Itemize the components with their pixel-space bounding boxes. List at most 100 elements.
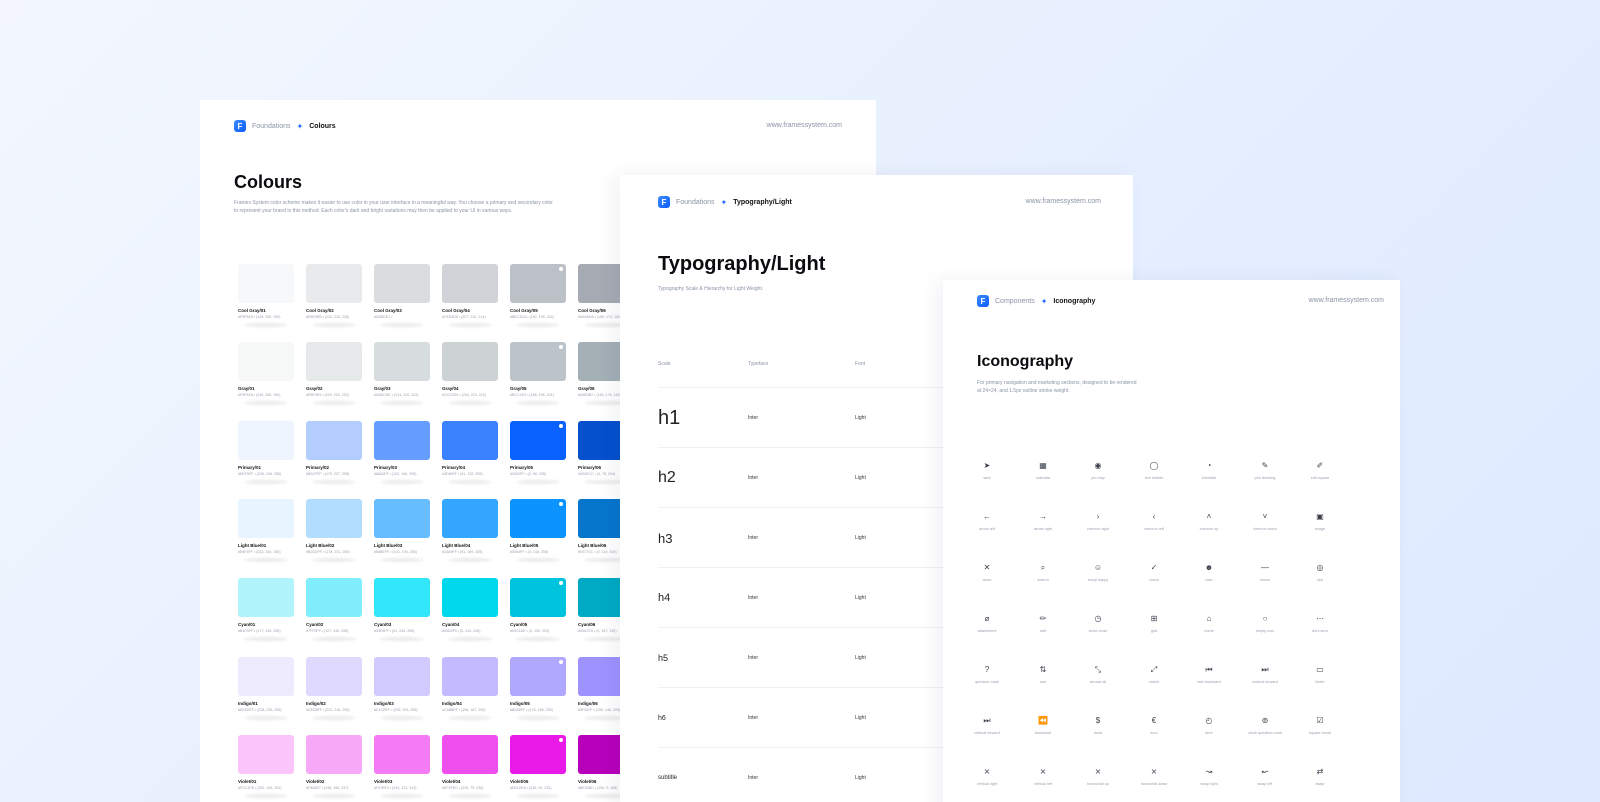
colour-swatch[interactable]: Cyan/03 #33E9FF • (51, 233, 255)	[374, 578, 430, 641]
colour-swatch[interactable]: Violet/03 #F47BF3 • (244, 123, 243)	[374, 735, 430, 798]
swatch-color-box	[238, 499, 294, 538]
icon-cell[interactable]: ⨯ vertical left	[1018, 766, 1068, 786]
icon-cell[interactable]: ◎ eye	[1295, 562, 1345, 582]
breadcrumb-parent[interactable]: Foundations	[252, 123, 291, 130]
icon-label: folder	[1315, 680, 1325, 684]
icon-cell[interactable]: ← arrow left	[962, 511, 1012, 531]
icon-cell[interactable]: ☺ emoji happy	[1073, 562, 1123, 582]
colour-swatch[interactable]: Gray/03 #D6DCDE • (214, 220, 222)	[374, 342, 430, 405]
swatch-name: Indigo/05	[510, 701, 530, 706]
colour-swatch[interactable]: Cool Gray/03 #D9DDE1 •	[374, 264, 430, 327]
icon-cell[interactable]: ⨯ horizontal down	[1129, 766, 1179, 786]
icon-cell[interactable]: ⇅ sort	[1018, 664, 1068, 684]
icon-cell[interactable]: ○ empty icon	[1240, 613, 1290, 633]
icon-cell[interactable]: ▦ calendar	[1018, 460, 1068, 480]
colour-swatch[interactable]: Cool Gray/04 #CFD2D6 • (207, 210, 214)	[442, 264, 498, 327]
icon-cell[interactable]: ⏭ vertical forward	[1240, 664, 1290, 684]
icon-cell[interactable]: ➤ sent	[962, 460, 1012, 480]
swatch-color-box	[374, 499, 430, 538]
icon-cell[interactable]: ⤡ arrows all	[1073, 664, 1123, 684]
icon-cell[interactable]: ⊚ circle question mark	[1240, 715, 1290, 735]
icon-cell[interactable]: ⌀ attachment	[962, 613, 1012, 633]
icon-cell[interactable]: ⏭ vertical forward	[962, 715, 1012, 735]
icon-cell[interactable]: ⊞ grid	[1129, 613, 1179, 633]
colour-swatch[interactable]: Light Blue/01 #E8F4FF • (232, 244, 255)	[238, 499, 294, 562]
icon-cell[interactable]: ⏮ fast backward	[1184, 664, 1234, 684]
colour-swatch[interactable]: Gray/05 #BCC4C9 • (188, 196, 201)	[510, 342, 566, 405]
colour-swatch[interactable]: Cyan/04 #00D2F0 • (0, 210, 240)	[442, 578, 498, 641]
colour-swatch[interactable]: Cool Gray/05 #BEC3CA • (190, 195, 202)	[510, 264, 566, 327]
icon-cell[interactable]: ? question mark	[962, 664, 1012, 684]
icon-cell[interactable]: ✎ pen drawing	[1240, 460, 1290, 480]
colour-swatch[interactable]: Cool Gray/02 #E8E9EB • (232, 233, 235)	[306, 264, 362, 327]
site-url-link[interactable]: www.framessystem.com	[1309, 297, 1384, 304]
icon-cell[interactable]: ▣ image	[1295, 511, 1345, 531]
colour-swatch[interactable]: Primary/03 #66A0FF • (102, 160, 255)	[374, 421, 430, 484]
colour-swatch[interactable]: Primary/04 #3D84FF • (61, 132, 255)	[442, 421, 498, 484]
icon-cell[interactable]: ⤢ shrink	[1129, 664, 1179, 684]
colour-swatch[interactable]: Indigo/05 #B0A6FF • (176, 166, 255)	[510, 657, 566, 720]
icon-label: edit square	[1310, 476, 1330, 480]
site-url-link[interactable]: www.framessystem.com	[767, 122, 842, 129]
breadcrumb-parent[interactable]: Components	[995, 298, 1035, 305]
colour-swatch[interactable]: Indigo/01 #EEEBFF • (238, 235, 255)	[238, 657, 294, 720]
colour-swatch[interactable]: Violet/04 #EF4FEC • (239, 79, 236)	[442, 735, 498, 798]
icon-cell[interactable]: → arrow right	[1018, 511, 1068, 531]
icon-cell[interactable]: ↝ swap right	[1184, 766, 1234, 786]
colour-swatch[interactable]: Cyan/02 #7FF0FF • (127, 240, 255)	[306, 578, 362, 641]
icon-cell[interactable]: ☻ user	[1184, 562, 1234, 582]
icon-cell[interactable]: ◯ text bubble	[1129, 460, 1179, 480]
icon-label: circle question mark	[1248, 731, 1282, 735]
icon-cell[interactable]: ‹ chevron left	[1129, 511, 1179, 531]
icon-cell[interactable]: ⇄ swap	[1295, 766, 1345, 786]
icon-cell[interactable]: › chevron right	[1073, 511, 1123, 531]
icon-cell[interactable]: ◷ circle close	[1073, 613, 1123, 633]
colour-swatch[interactable]: Primary/05 #0062FF • (0, 98, 255)	[510, 421, 566, 484]
colour-swatch[interactable]: Light Blue/04 #33A9FF • (51, 169, 255)	[442, 499, 498, 562]
colour-swatch[interactable]: Light Blue/02 #B2DDFF • (178, 221, 255)	[306, 499, 362, 562]
icon-cell[interactable]: ▭ folder	[1295, 664, 1345, 684]
icon-cell[interactable]: ◴ time	[1184, 715, 1234, 735]
icon-cell[interactable]: ✐ edit square	[1295, 460, 1345, 480]
icon-cell[interactable]: ✏ edit	[1018, 613, 1068, 633]
colour-swatch[interactable]: Indigo/02 #DED8FF • (222, 216, 255)	[306, 657, 362, 720]
colour-swatch[interactable]: Cyan/01 #B1F5FF • (177, 245, 255)	[238, 578, 294, 641]
colour-swatch[interactable]: Light Blue/05 #0094FF • (0, 148, 255)	[510, 499, 566, 562]
icon-cell[interactable]: € euro	[1129, 715, 1179, 735]
icon-cell[interactable]: ˅ chevron down	[1240, 511, 1290, 531]
colour-swatch[interactable]: Primary/02 #B3CFFF • (179, 207, 255)	[306, 421, 362, 484]
colour-swatch[interactable]: Cool Gray/01 #F9FAFA • (249, 250, 250)	[238, 264, 294, 327]
icon-cell[interactable]: ˄ chevron up	[1184, 511, 1234, 531]
colour-swatch[interactable]: Primary/01 #EEF5FF • (238, 245, 255)	[238, 421, 294, 484]
icon-cell[interactable]: ✓ check	[1129, 562, 1179, 582]
colour-swatch[interactable]: Violet/01 #FCC4FB • (252, 196, 251)	[238, 735, 294, 798]
icon-cell[interactable]: ⌂ home	[1184, 613, 1234, 633]
colour-swatch[interactable]: Light Blue/03 #66BEFF • (102, 190, 255)	[374, 499, 430, 562]
breadcrumb-parent[interactable]: Foundations	[676, 199, 715, 206]
colour-swatch[interactable]: Gray/02 #E5E9E9 • (229, 233, 233)	[306, 342, 362, 405]
calendar-icon: ▦	[1039, 461, 1047, 470]
icon-cell[interactable]: ✕ close	[962, 562, 1012, 582]
colour-swatch[interactable]: Violet/05 #EB1DE8 • (235, 29, 232)	[510, 735, 566, 798]
icon-cell[interactable]: ☑ square check	[1295, 715, 1345, 735]
icon-cell[interactable]: ⨯ vertical right	[962, 766, 1012, 786]
colour-swatch[interactable]: Violet/02 #F8A8F7 • (248, 168, 247)	[306, 735, 362, 798]
icon-cell[interactable]: ⏪ backward	[1018, 715, 1068, 735]
icon-cell[interactable]: ↜ swap left	[1240, 766, 1290, 786]
icon-cell[interactable]: ◉ pin map	[1073, 460, 1123, 480]
swatch-shadow	[380, 401, 424, 405]
icon-cell[interactable]: $ dolar	[1073, 715, 1123, 735]
icon-cell[interactable]: ⨯ horizontal up	[1073, 766, 1123, 786]
colour-swatch[interactable]: Gray/01 #F9FAFA • (249, 250, 250)	[238, 342, 294, 405]
swatch-color-box	[238, 342, 294, 381]
column-header-typeface: Typeface	[748, 361, 769, 367]
icon-cell[interactable]: — minus	[1240, 562, 1290, 582]
colour-swatch[interactable]: Indigo/04 #C4BBFF • (196, 187, 255)	[442, 657, 498, 720]
colour-swatch[interactable]: Indigo/03 #D1CBFF • (209, 203, 255)	[374, 657, 430, 720]
site-url-link[interactable]: www.framessystem.com	[1026, 198, 1101, 205]
icon-cell[interactable]: ◔ checklist	[1184, 460, 1234, 480]
colour-swatch[interactable]: Cyan/05 #00C1DE • (0, 193, 222)	[510, 578, 566, 641]
icon-cell[interactable]: ⋯ dot menu	[1295, 613, 1345, 633]
icon-cell[interactable]: ⌕ search	[1018, 562, 1068, 582]
colour-swatch[interactable]: Gray/04 #CCD2D4 • (204, 210, 212)	[442, 342, 498, 405]
